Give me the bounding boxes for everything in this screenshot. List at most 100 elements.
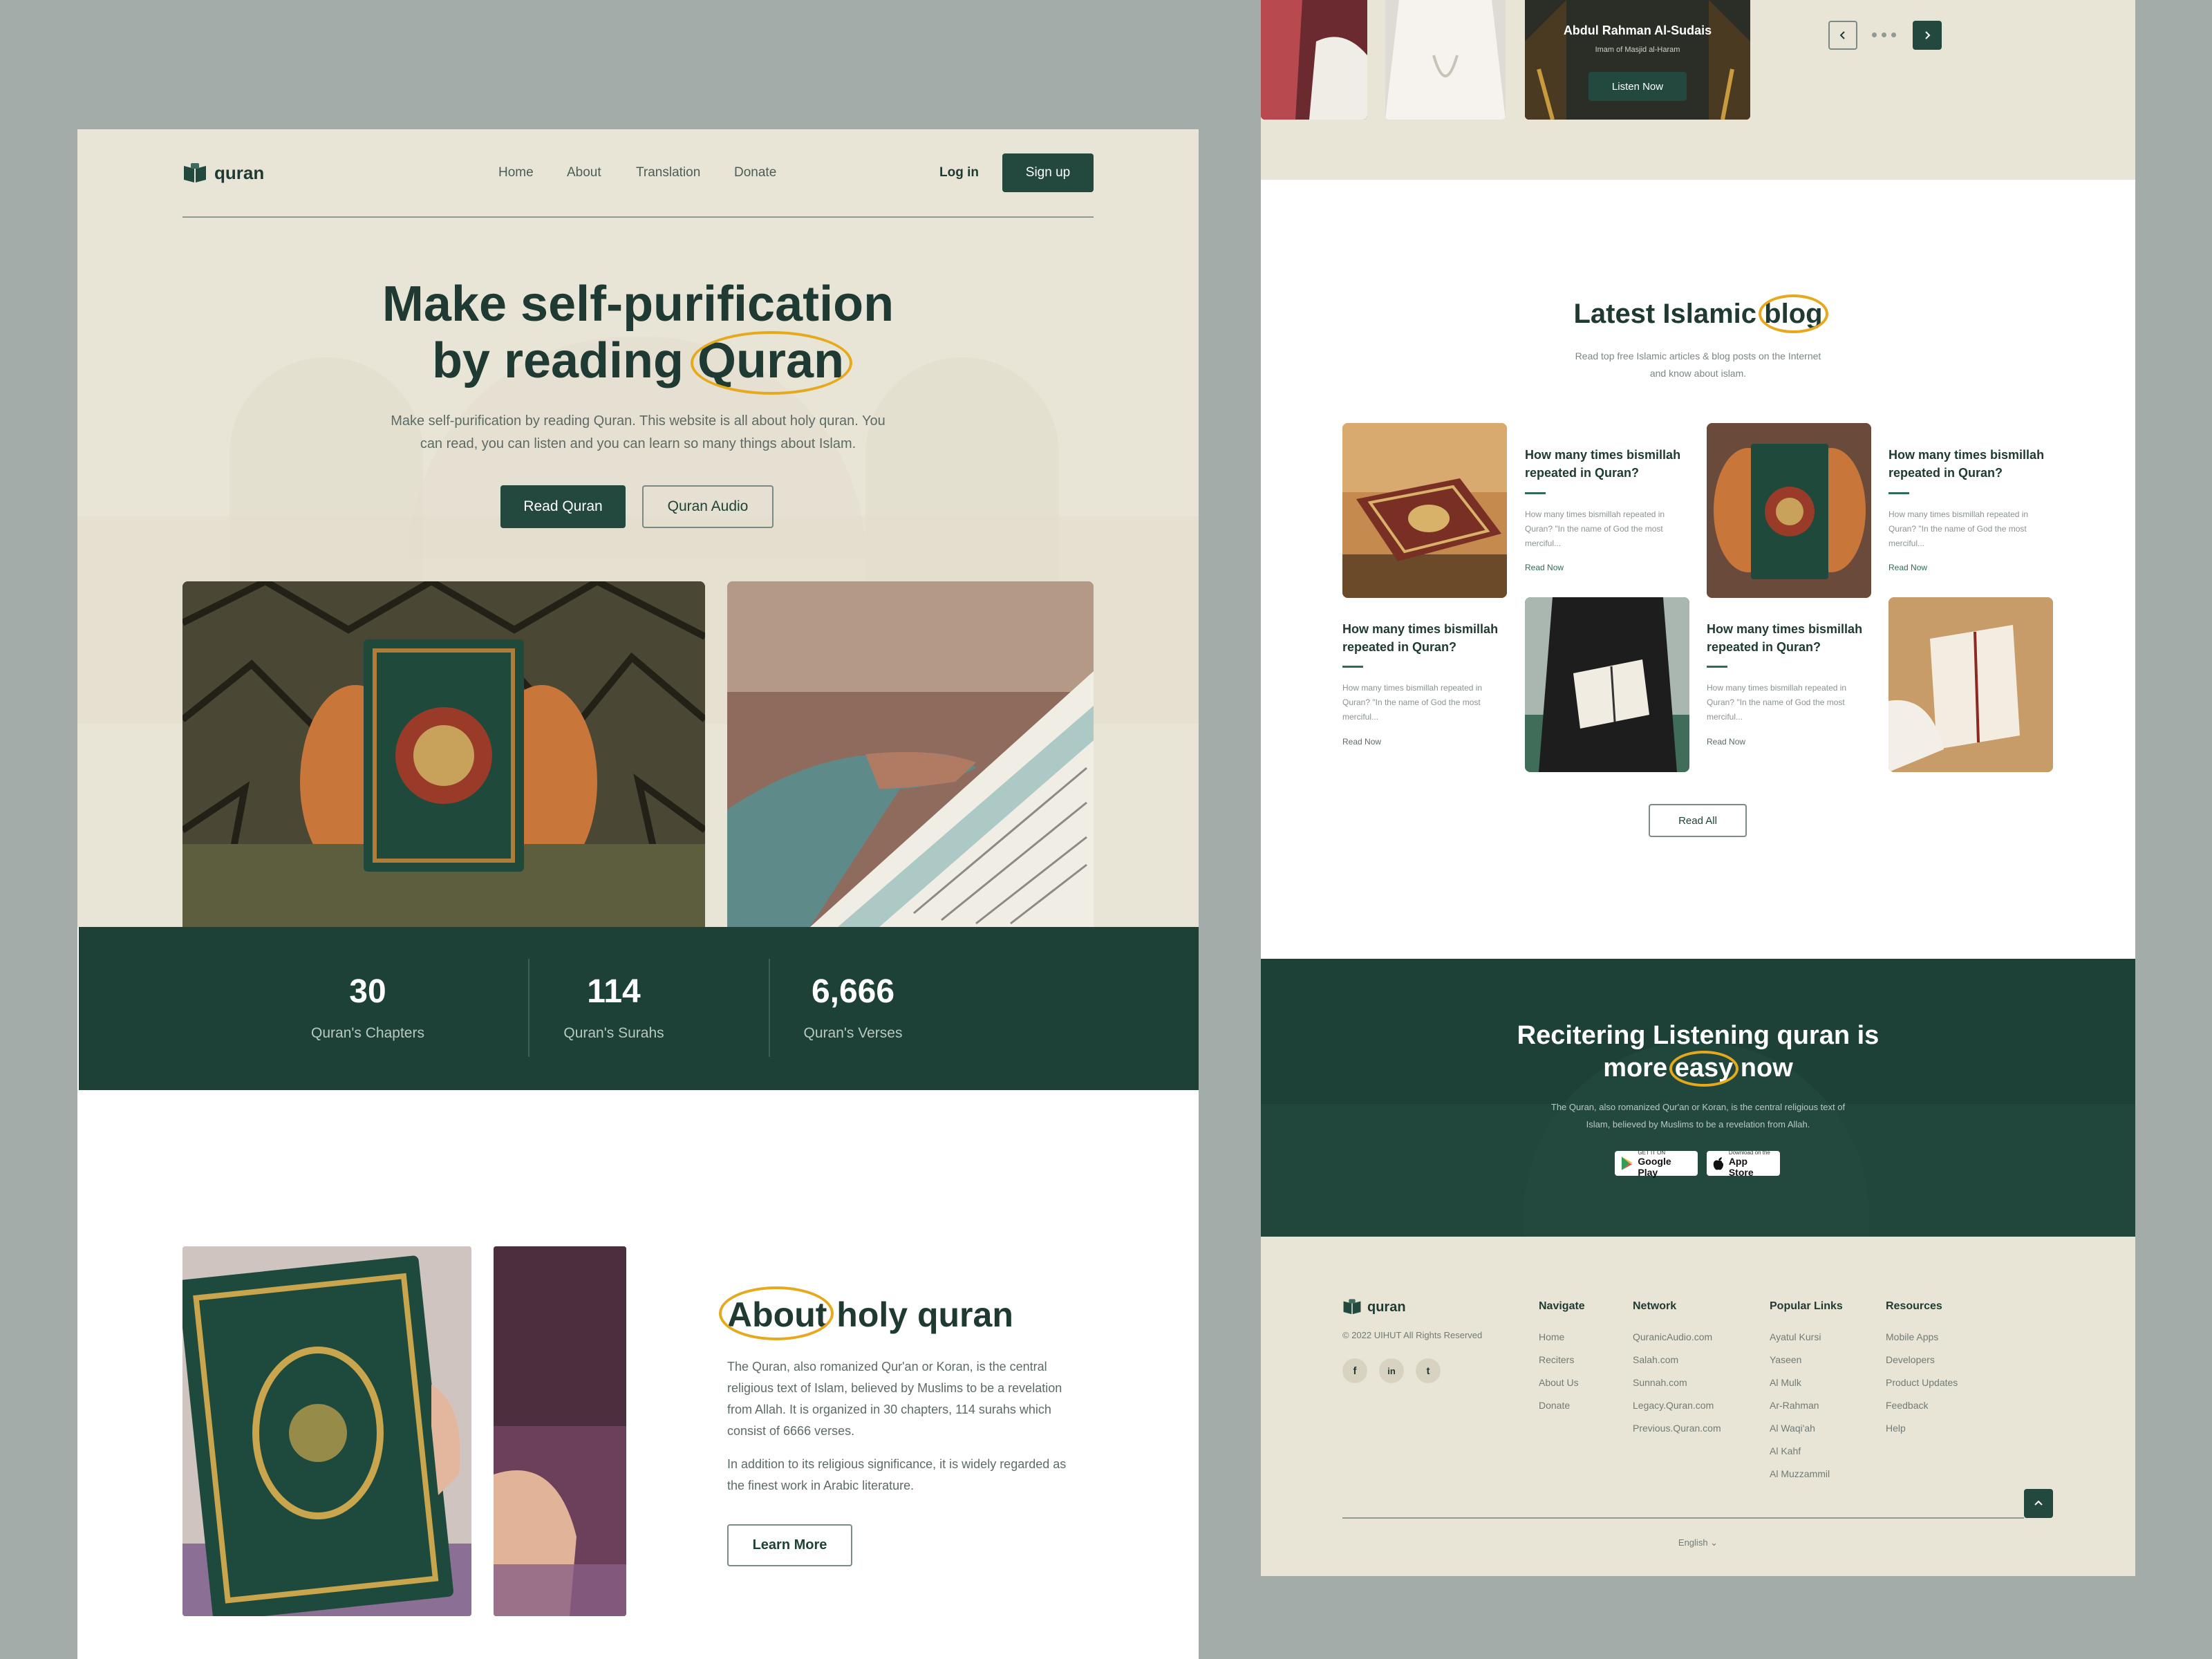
- carousel-next-button[interactable]: [1913, 21, 1942, 50]
- footer-link[interactable]: Al Waqi'ah: [1770, 1423, 1815, 1434]
- footer-link[interactable]: Al Kahf: [1770, 1445, 1801, 1456]
- hero-photo-reading: [727, 581, 1094, 927]
- reciter-photo-2: [1385, 0, 1506, 120]
- signup-button[interactable]: Sign up: [1002, 153, 1094, 192]
- carousel-dot[interactable]: [1891, 32, 1896, 37]
- chevron-down-icon: ⌄: [1710, 1537, 1718, 1548]
- blog-image-1[interactable]: [1342, 423, 1507, 598]
- carousel-dots: [1872, 32, 1896, 37]
- blog-desc-line: Quran? "In the name of God the most: [1342, 697, 1481, 707]
- blog-desc-line: merciful...: [1525, 538, 1562, 548]
- footer-link[interactable]: Mobile Apps: [1886, 1331, 1938, 1342]
- blog-post-1-desc: How many times bismillah repeated in Qur…: [1525, 507, 1691, 551]
- carousel-prev-button[interactable]: [1828, 21, 1857, 50]
- blog-post-3-title[interactable]: How many times bismillah repeated in Qur…: [1342, 620, 1515, 656]
- linkedin-icon[interactable]: in: [1379, 1358, 1404, 1383]
- blog-post-accent-bar: [1525, 492, 1546, 494]
- app-download-section: Recitering Listening quran is more easy …: [1261, 959, 2135, 1237]
- facebook-icon[interactable]: f: [1342, 1358, 1367, 1383]
- blog-desc-line: Quran? "In the name of God the most: [1888, 524, 2027, 534]
- listen-now-button[interactable]: Listen Now: [1588, 72, 1687, 101]
- blog-post-2-read-now[interactable]: Read Now: [1888, 563, 1927, 572]
- highlight-circle: [691, 331, 853, 395]
- carousel-dot[interactable]: [1882, 32, 1886, 37]
- blog-subtitle-line2: and know about islam.: [1649, 368, 1747, 379]
- footer-copyright: © 2022 UIHUT All Rights Reserved: [1342, 1330, 1483, 1340]
- blog-post-title-line: repeated in Quran?: [1888, 466, 2003, 480]
- chevron-right-icon: [1925, 31, 1931, 39]
- twitter-icon[interactable]: t: [1416, 1358, 1441, 1383]
- app-title-prefix: more: [1603, 1053, 1668, 1082]
- read-all-button[interactable]: Read All: [1649, 804, 1747, 837]
- scroll-to-top-button[interactable]: [2024, 1489, 2053, 1518]
- blog-image-2[interactable]: [1707, 423, 1871, 598]
- footer-link[interactable]: Previous.Quran.com: [1633, 1423, 1721, 1434]
- language-selector[interactable]: English ⌄: [1261, 1537, 2135, 1548]
- app-store-badge[interactable]: Download on the App Store: [1707, 1150, 1780, 1178]
- blog-post-title-line: How many times bismillah: [1342, 622, 1499, 636]
- quran-audio-button[interactable]: Quran Audio: [642, 485, 774, 528]
- blog-post-3-read-now[interactable]: Read Now: [1342, 737, 1381, 747]
- nav-donate[interactable]: Donate: [734, 165, 776, 180]
- footer-link[interactable]: Donate: [1539, 1400, 1570, 1411]
- blog-title-prefix: Latest Islamic: [1573, 299, 1757, 329]
- brand-logo[interactable]: quran: [182, 162, 264, 184]
- blog-post-title-line: repeated in Quran?: [1707, 640, 1821, 654]
- hero-title-prefix: by reading: [431, 333, 684, 388]
- footer-link[interactable]: Feedback: [1886, 1400, 1928, 1411]
- app-description: The Quran, also romanized Qur'an or Kora…: [1261, 1098, 2135, 1133]
- read-quran-button[interactable]: Read Quran: [500, 485, 626, 528]
- blog-title-highlight-wrap: blog: [1759, 294, 1828, 333]
- footer-link[interactable]: Ayatul Kursi: [1770, 1331, 1821, 1342]
- footer-link[interactable]: Home: [1539, 1331, 1564, 1342]
- blog-post-1-title[interactable]: How many times bismillah repeated in Qur…: [1525, 446, 1698, 482]
- footer-link[interactable]: Help: [1886, 1423, 1906, 1434]
- learn-more-button[interactable]: Learn More: [727, 1524, 852, 1566]
- carousel-dot[interactable]: [1872, 32, 1877, 37]
- about-paragraph-2: In addition to its religious significanc…: [727, 1454, 1087, 1497]
- blog-post-4-read-now[interactable]: Read Now: [1707, 737, 1745, 747]
- hero-subtitle-line2: can read, you can listen and you can lea…: [420, 436, 856, 451]
- nav-about[interactable]: About: [567, 165, 601, 180]
- apple-icon: [1713, 1157, 1724, 1170]
- footer-link[interactable]: Sunnah.com: [1633, 1377, 1687, 1388]
- about-para1-line: from Allah. It is organized in 30 chapte…: [727, 1403, 1051, 1416]
- footer-link[interactable]: QuranicAudio.com: [1633, 1331, 1712, 1342]
- blog-post-1-read-now[interactable]: Read Now: [1525, 563, 1564, 572]
- blog-desc-line: How many times bismillah repeated in: [1525, 509, 1665, 519]
- google-play-badge[interactable]: GET IT ON Google Play: [1615, 1150, 1698, 1178]
- footer-link[interactable]: Legacy.Quran.com: [1633, 1400, 1714, 1411]
- footer-link[interactable]: Reciters: [1539, 1354, 1574, 1365]
- highlight-circle: [719, 1286, 834, 1340]
- nav-home[interactable]: Home: [498, 165, 534, 180]
- footer-link[interactable]: Al Mulk: [1770, 1377, 1801, 1388]
- login-link[interactable]: Log in: [939, 165, 979, 180]
- blog-post-4-title[interactable]: How many times bismillah repeated in Qur…: [1707, 620, 1880, 656]
- blog-desc-line: merciful...: [1707, 712, 1743, 722]
- footer-link[interactable]: Developers: [1886, 1354, 1935, 1365]
- blog-post-3-desc: How many times bismillah repeated in Qur…: [1342, 681, 1508, 724]
- app-title-line2: more easy now: [1261, 1051, 2135, 1087]
- stat-value-verses: 6,666: [811, 973, 895, 1010]
- blog-subtitle-line1: Read top free Islamic articles & blog po…: [1575, 350, 1821, 362]
- blog-desc-line: Quran? "In the name of God the most: [1525, 524, 1663, 534]
- blog-title: Latest Islamic blog: [1261, 294, 2135, 333]
- footer-brand-logo[interactable]: quran: [1342, 1299, 1406, 1315]
- hero-title-highlight-wrap: Quran: [691, 331, 853, 395]
- blog-post-accent-bar: [1342, 666, 1363, 668]
- blog-image-3[interactable]: [1525, 597, 1689, 772]
- reciters-section: Abdul Rahman Al-Sudais Imam of Masjid al…: [1261, 0, 2135, 180]
- blog-desc-line: How many times bismillah repeated in: [1888, 509, 2029, 519]
- footer-link[interactable]: Al Muzzammil: [1770, 1468, 1830, 1479]
- footer-link[interactable]: Ar-Rahman: [1770, 1400, 1819, 1411]
- footer-link[interactable]: About Us: [1539, 1377, 1579, 1388]
- footer-link[interactable]: Yaseen: [1770, 1354, 1801, 1365]
- stat-value-chapters: 30: [349, 973, 386, 1010]
- blog-image-4[interactable]: [1888, 597, 2053, 772]
- footer-brand-name: quran: [1367, 1299, 1406, 1315]
- nav-translation[interactable]: Translation: [636, 165, 700, 180]
- book-icon: [1343, 1299, 1361, 1315]
- footer-link[interactable]: Salah.com: [1633, 1354, 1678, 1365]
- footer-link[interactable]: Product Updates: [1886, 1377, 1958, 1388]
- blog-post-2-title[interactable]: How many times bismillah repeated in Qur…: [1888, 446, 2061, 482]
